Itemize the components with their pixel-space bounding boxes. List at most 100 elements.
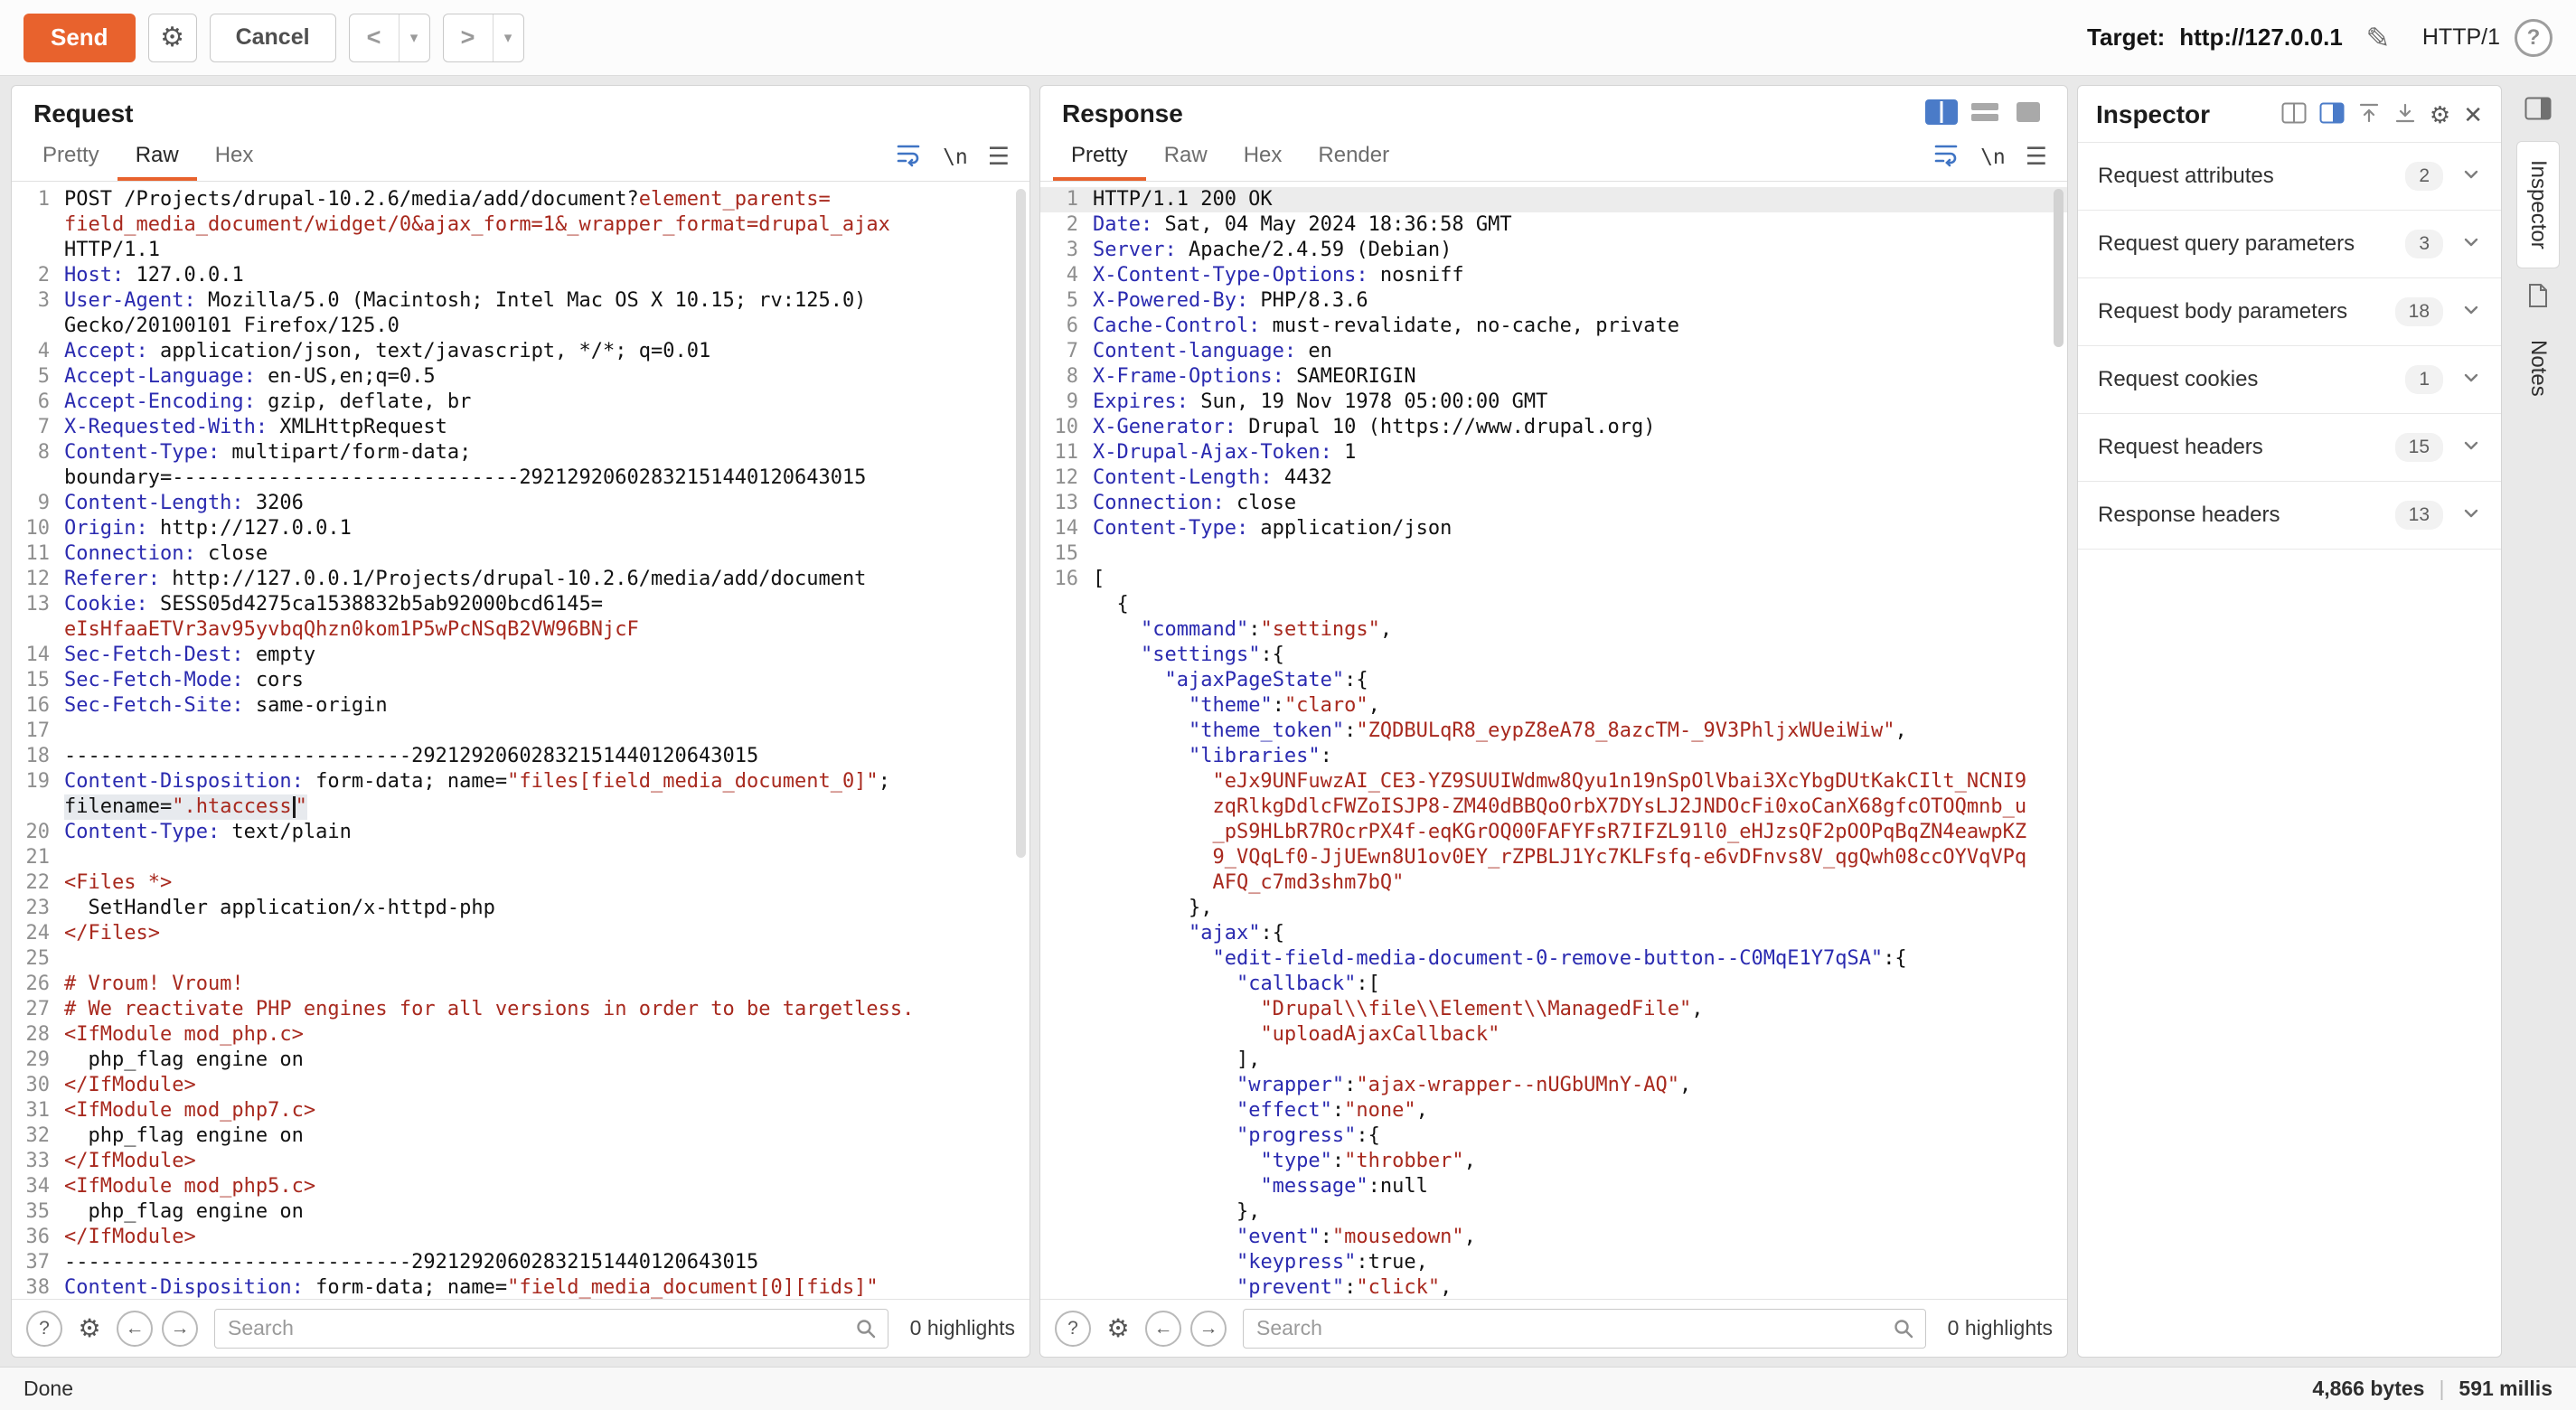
chevron-down-icon[interactable] [2461, 232, 2481, 257]
edit-target-pencil-icon[interactable]: ✎ [2357, 17, 2399, 59]
request-search-input[interactable] [214, 1309, 888, 1349]
code-line: 29 php_flag engine on [12, 1048, 1029, 1073]
history-forward-split-button: > ▾ [443, 14, 524, 62]
section-label: Request headers [2098, 435, 2395, 460]
section-label: Request query parameters [2098, 231, 2405, 257]
inspector-section-request-cookies[interactable]: Request cookies1 [2078, 346, 2501, 414]
code-line: _pS9HLbR7ROcrPX4f-eqKGrOQ00FAFYFsR7IFZL9… [1040, 820, 2067, 845]
inspector-view-right-icon[interactable] [2319, 102, 2345, 128]
inspector-section-request-attributes[interactable]: Request attributes2 [2078, 143, 2501, 211]
code-line: 13Connection: close [1040, 491, 2067, 516]
send-button[interactable]: Send [24, 14, 136, 62]
chevron-down-icon[interactable] [2461, 436, 2481, 460]
code-line: 9_VQqLf0-JjUEwn8U1ov0EY_rZPBLJ1Yc7KLFsfq… [1040, 845, 2067, 870]
side-tab-notes[interactable]: Notes [2516, 283, 2560, 415]
inspector-view-split-icon[interactable] [2281, 102, 2307, 128]
history-forward-dropdown-icon[interactable]: ▾ [493, 14, 523, 61]
cancel-button[interactable]: Cancel [210, 14, 336, 62]
history-forward-button[interactable]: > [444, 14, 493, 61]
code-line: 5Accept-Language: en-US,en;q=0.5 [12, 364, 1029, 390]
tab-pretty[interactable]: Pretty [24, 133, 118, 181]
collapse-all-icon[interactable] [2357, 101, 2381, 129]
chevron-down-icon[interactable] [2461, 503, 2481, 528]
wrap-toggle-icon[interactable] [894, 141, 923, 173]
request-scrollbar[interactable] [1016, 189, 1026, 858]
newline-toggle-icon[interactable]: \n [1980, 146, 2006, 169]
search-help-icon[interactable]: ? [1055, 1311, 1091, 1347]
code-line: }, [1040, 1199, 2067, 1225]
code-line: "callback":[ [1040, 972, 2067, 997]
request-editor[interactable]: 1POST /Projects/drupal-10.2.6/media/add/… [12, 182, 1029, 1299]
inspector-settings-gear-icon[interactable]: ⚙ [2430, 103, 2450, 127]
target-label: Target: [2087, 24, 2165, 52]
code-line: 10X-Generator: Drupal 10 (https://www.dr… [1040, 415, 2067, 440]
top-toolbar: Send ⚙ Cancel < ▾ > ▾ Target: http://127… [0, 0, 2576, 76]
search-prev-icon[interactable]: ← [1145, 1311, 1181, 1347]
wrap-toggle-icon[interactable] [1932, 141, 1960, 173]
code-line: HTTP/1.1 [12, 238, 1029, 263]
response-viewer[interactable]: 1HTTP/1.1 200 OK2Date: Sat, 04 May 2024 … [1040, 182, 2067, 1299]
inspector-section-request-headers[interactable]: Request headers15 [2078, 414, 2501, 482]
layout-single-icon[interactable] [2011, 99, 2045, 130]
chevron-down-icon[interactable] [2461, 300, 2481, 324]
history-back-button[interactable]: < [350, 14, 399, 61]
request-tabs-row: PrettyRawHex \n ☰ [12, 133, 1029, 182]
tab-raw[interactable]: Raw [1146, 133, 1226, 181]
code-line: 16Sec-Fetch-Site: same-origin [12, 693, 1029, 719]
side-tab-inspector[interactable]: Inspector [2516, 141, 2560, 268]
tab-render[interactable]: Render [1300, 133, 1407, 181]
code-line: "type":"throbber", [1040, 1149, 2067, 1174]
code-line: "Drupal\\file\\Element\\ManagedFile", [1040, 997, 2067, 1022]
search-icon [854, 1317, 878, 1345]
code-line: eIsHfaaETVr3av95yvbqQhzn0kom1P5wPcNSqB2V… [12, 617, 1029, 643]
response-scrollbar[interactable] [2054, 189, 2064, 347]
section-count-badge: 18 [2395, 297, 2443, 326]
tab-pretty[interactable]: Pretty [1053, 133, 1146, 181]
section-count-badge: 1 [2405, 365, 2443, 394]
inspector-section-request-body-parameters[interactable]: Request body parameters18 [2078, 278, 2501, 346]
status-bar: Done 4,866 bytes | 591 millis [0, 1367, 2576, 1410]
code-line: 10Origin: http://127.0.0.1 [12, 516, 1029, 541]
code-line: 18-----------------------------292129206… [12, 744, 1029, 769]
tab-hex[interactable]: Hex [1226, 133, 1301, 181]
inspector-section-request-query-parameters[interactable]: Request query parameters3 [2078, 211, 2501, 278]
code-line: "event":"mousedown", [1040, 1225, 2067, 1250]
code-line: "edit-field-media-document-0-remove-butt… [1040, 946, 2067, 972]
inspector-close-icon[interactable]: ✕ [2463, 103, 2483, 127]
response-search-input[interactable] [1243, 1309, 1926, 1349]
expand-all-icon[interactable] [2393, 101, 2417, 129]
search-settings-gear-icon[interactable]: ⚙ [71, 1311, 108, 1347]
code-line: 12Content-Length: 4432 [1040, 465, 2067, 491]
layout-columns-icon[interactable] [1924, 99, 1959, 130]
code-line: }, [1040, 896, 2067, 921]
send-settings-gear-icon[interactable]: ⚙ [148, 14, 197, 62]
search-icon [1892, 1317, 1915, 1345]
section-label: Request attributes [2098, 164, 2405, 189]
search-next-icon[interactable]: → [162, 1311, 198, 1347]
toolbar-target-area: Target: http://127.0.0.1 ✎ HTTP/1 ? [2087, 17, 2552, 59]
code-line: 22<Files *> [12, 870, 1029, 896]
inspector-section-response-headers[interactable]: Response headers13 [2078, 482, 2501, 550]
tab-raw[interactable]: Raw [118, 133, 197, 181]
search-help-icon[interactable]: ? [26, 1311, 62, 1347]
search-next-icon[interactable]: → [1190, 1311, 1227, 1347]
history-back-dropdown-icon[interactable]: ▾ [399, 14, 429, 61]
help-icon[interactable]: ? [2515, 19, 2552, 57]
chevron-down-icon[interactable] [2461, 164, 2481, 189]
dock-panel-icon[interactable] [2518, 90, 2558, 127]
tab-hex[interactable]: Hex [197, 133, 272, 181]
request-search-bar: ? ⚙ ← → 0 highlights [12, 1299, 1029, 1357]
code-line: 11Connection: close [12, 541, 1029, 567]
search-prev-icon[interactable]: ← [117, 1311, 153, 1347]
code-line: "theme":"claro", [1040, 693, 2067, 719]
layout-rows-icon[interactable] [1968, 99, 2002, 130]
code-line: 13Cookie: SESS05d4275ca1538832b5ab92000b… [12, 592, 1029, 617]
request-editor-menu-icon[interactable]: ☰ [988, 143, 1010, 171]
code-line: "effect":"none", [1040, 1098, 2067, 1123]
chevron-down-icon[interactable] [2461, 368, 2481, 392]
search-settings-gear-icon[interactable]: ⚙ [1100, 1311, 1136, 1347]
response-editor-menu-icon[interactable]: ☰ [2026, 143, 2047, 171]
newline-toggle-icon[interactable]: \n [943, 146, 968, 169]
code-line: "keypress":true, [1040, 1250, 2067, 1275]
code-line: 12Referer: http://127.0.0.1/Projects/dru… [12, 567, 1029, 592]
